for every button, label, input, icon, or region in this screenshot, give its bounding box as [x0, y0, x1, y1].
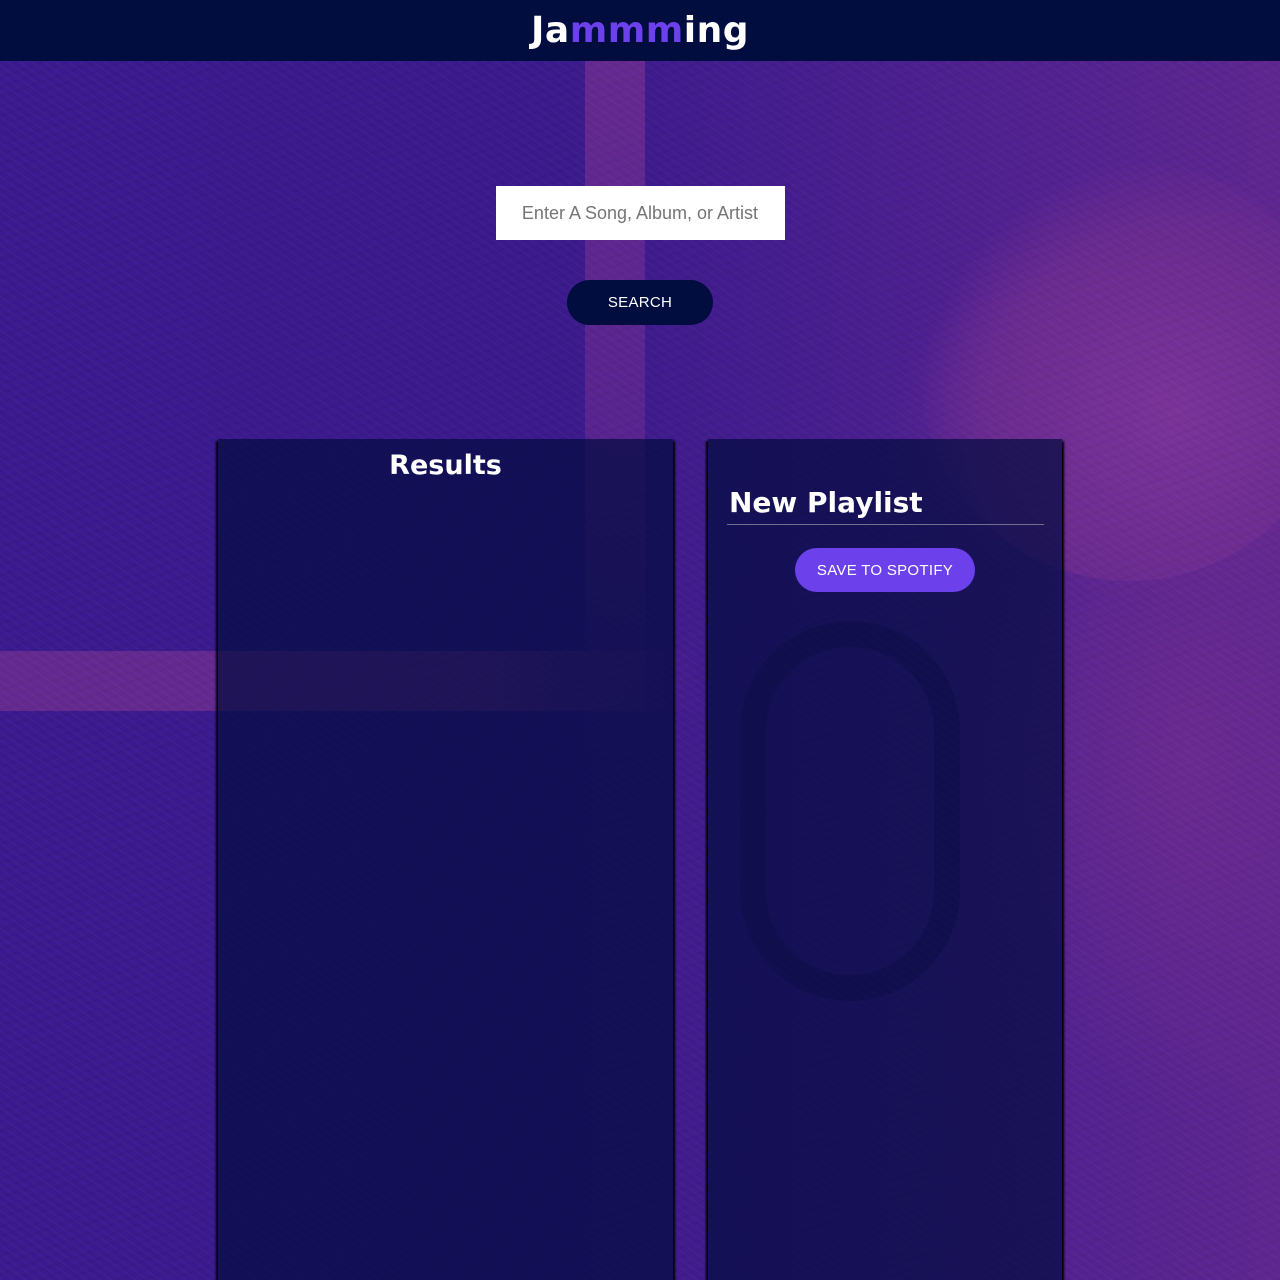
playlist-panel: SAVE TO SPOTIFY [708, 439, 1062, 1280]
brand-prefix: Ja [531, 10, 570, 51]
playlist-name-input[interactable] [727, 481, 1044, 525]
search-button[interactable]: SEARCH [567, 280, 713, 325]
results-panel: Results [218, 439, 673, 1280]
brand-suffix: ing [683, 10, 749, 51]
brand-logo: Jammming [531, 10, 749, 51]
brand-highlight: mmm [569, 10, 684, 51]
app-header: Jammming [0, 0, 1280, 61]
results-track-list [218, 519, 673, 1280]
search-bar: SEARCH [0, 186, 1280, 325]
results-title: Results [389, 450, 502, 481]
save-to-spotify-button[interactable]: SAVE TO SPOTIFY [795, 548, 975, 592]
search-input[interactable] [495, 186, 785, 240]
